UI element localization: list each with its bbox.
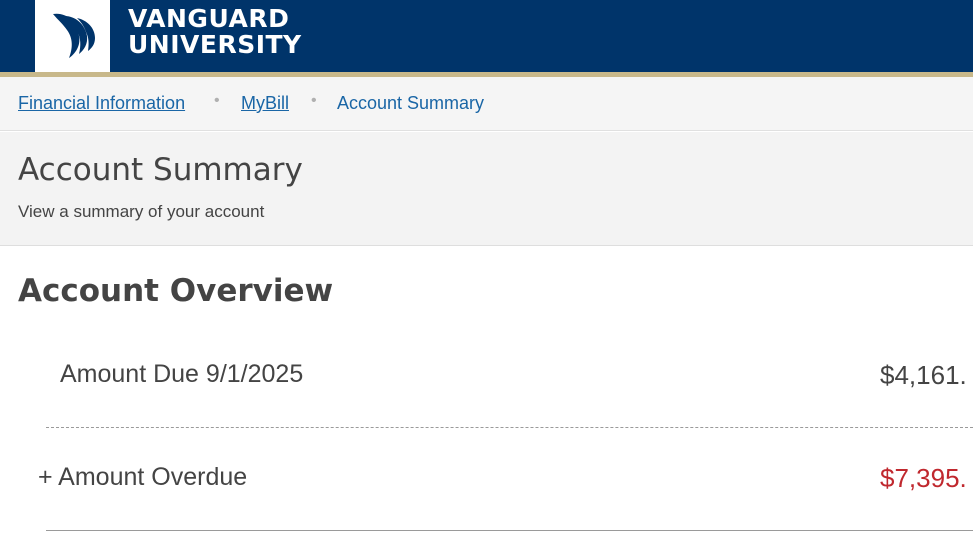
amount-overdue-label[interactable]: + Amount Overdue — [38, 463, 247, 492]
site-header: VANGUARD UNIVERSITY — [0, 0, 973, 72]
account-overview-title: Account Overview — [18, 273, 334, 309]
university-name: VANGUARD UNIVERSITY — [128, 6, 302, 58]
brand-line-2: UNIVERSITY — [128, 30, 302, 59]
flame-wings-icon — [53, 13, 95, 59]
amount-due-label: Amount Due 9/1/2025 — [60, 360, 304, 388]
amount-due-value: $4,161. — [880, 360, 967, 390]
row-divider — [46, 427, 973, 428]
page-subtitle: View a summary of your account — [18, 202, 265, 221]
amount-overdue-value: $7,395. — [880, 463, 967, 493]
breadcrumb-financial-information[interactable]: Financial Information — [18, 93, 185, 114]
row-divider — [46, 530, 973, 531]
page-header: Account Summary View a summary of your a… — [0, 132, 973, 246]
university-logo[interactable] — [35, 0, 110, 72]
breadcrumb-current-account-summary: Account Summary — [337, 93, 485, 113]
breadcrumb-separator: • — [214, 92, 220, 109]
brand-line-1: VANGUARD — [128, 4, 290, 33]
page-title: Account Summary — [18, 152, 303, 188]
breadcrumb-mybill[interactable]: MyBill — [241, 93, 289, 114]
breadcrumb: Financial Information • MyBill • Account… — [0, 77, 973, 131]
breadcrumb-separator: • — [311, 92, 317, 109]
